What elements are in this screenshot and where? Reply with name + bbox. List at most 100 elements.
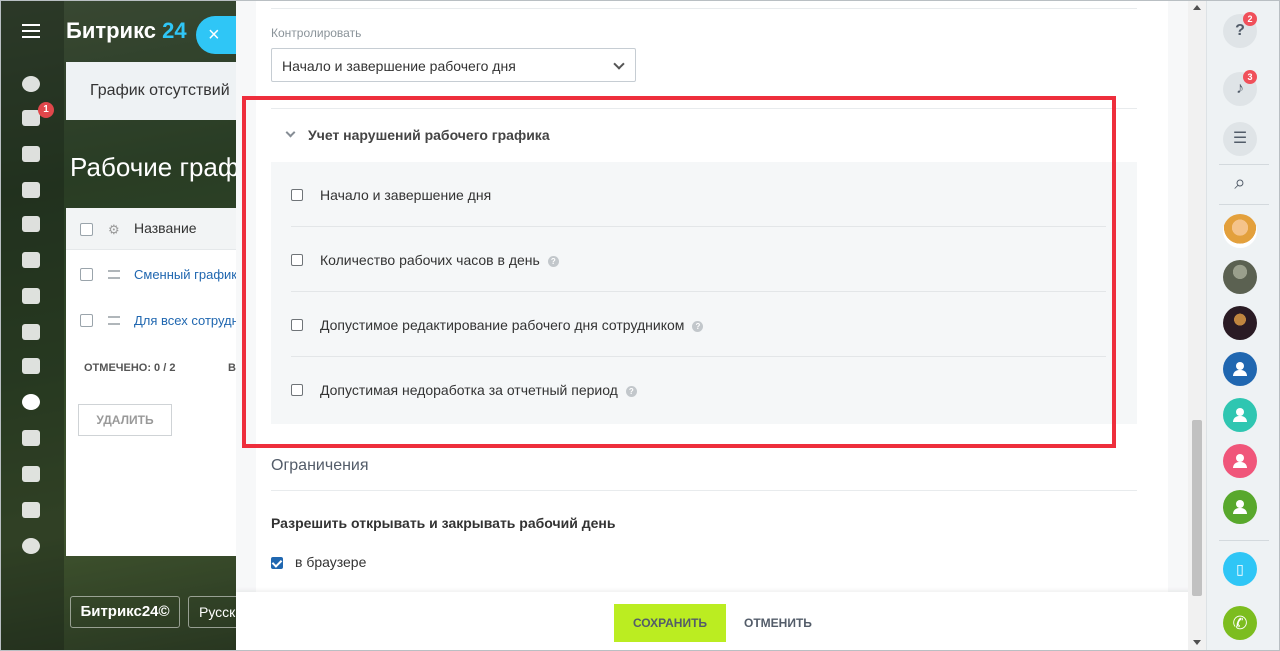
option-checkbox[interactable]: [291, 189, 303, 201]
grid-footer-extra: В: [228, 362, 236, 374]
option-text: Количество рабочих часов в день: [320, 252, 540, 268]
people-icon: [1232, 500, 1248, 514]
portal-logo: Битрикс 24: [66, 18, 187, 44]
call-button[interactable]: ✆: [1223, 606, 1257, 640]
divider: [1219, 204, 1269, 205]
drive-icon[interactable]: [22, 252, 40, 268]
control-select[interactable]: Начало и завершение рабочего дня: [271, 48, 636, 82]
allow-title: Разрешить открывать и закрывать рабочий …: [271, 515, 616, 531]
help-icon[interactable]: ?: [625, 385, 637, 397]
footer-logo[interactable]: Битрикс24©: [70, 596, 180, 628]
select-all-checkbox[interactable]: [80, 223, 93, 236]
absence-title[interactable]: График отсутствий: [90, 82, 230, 100]
nav-badge: 1: [38, 102, 54, 118]
option-checkbox[interactable]: [291, 384, 303, 396]
people-icon: [1232, 408, 1248, 422]
robot-icon[interactable]: [22, 358, 40, 374]
chat-icon[interactable]: [22, 182, 40, 198]
help-badge: 2: [1243, 12, 1257, 26]
scrollbar[interactable]: [1188, 0, 1206, 651]
group-chat-avatar[interactable]: [1223, 398, 1257, 432]
option-label[interactable]: Допустимое редактирование рабочего дня с…: [320, 317, 704, 333]
chat-icon: ☰: [1232, 130, 1248, 147]
gear-icon[interactable]: ⚙: [108, 222, 120, 238]
option-text: Допустимая недоработка за отчетный перио…: [320, 382, 618, 398]
tasks-icon[interactable]: [22, 110, 40, 126]
calendar-icon[interactable]: [22, 146, 40, 162]
avatar[interactable]: [1223, 260, 1257, 294]
option-checkbox[interactable]: [291, 319, 303, 331]
restrictions-title: Ограничения: [271, 457, 369, 474]
scroll-thumb[interactable]: [1192, 420, 1202, 596]
chevron-down-icon[interactable]: [285, 127, 296, 138]
schedule-grid: ⚙ Название Сменный график Для всех сотру…: [66, 208, 236, 556]
violations-section-title[interactable]: Учет нарушений рабочего графика: [308, 127, 550, 143]
option-checkbox[interactable]: [291, 254, 303, 266]
row-checkbox[interactable]: [80, 268, 93, 281]
browser-checkbox[interactable]: [271, 557, 283, 569]
option-label[interactable]: Допустимая недоработка за отчетный перио…: [320, 382, 637, 398]
option-text: Допустимое редактирование рабочего дня с…: [320, 317, 685, 333]
language-select[interactable]: Русск: [188, 596, 236, 628]
close-icon: ×: [208, 24, 220, 46]
people-icon: [1232, 454, 1248, 468]
option-text: Начало и завершение дня: [320, 187, 492, 203]
contacts-icon[interactable]: [22, 430, 40, 446]
option-label[interactable]: Начало и завершение дня: [320, 187, 491, 203]
chat-button[interactable]: ☰: [1223, 122, 1257, 156]
crm-icon[interactable]: [22, 502, 40, 518]
team-icon[interactable]: [22, 288, 40, 304]
row-checkbox[interactable]: [80, 314, 93, 327]
background-portal: 1 Битрикс 24 График отсутствий Рабочие г…: [0, 0, 236, 651]
delete-button[interactable]: УДАЛИТЬ: [78, 404, 172, 436]
feed-icon[interactable]: [22, 76, 40, 92]
divider: [1219, 540, 1269, 541]
browser-label[interactable]: в браузере: [295, 554, 366, 570]
option-row: Допустимое редактирование рабочего дня с…: [291, 292, 1106, 357]
row-link-all[interactable]: Для всех сотрудн: [134, 313, 236, 328]
column-name: Название: [134, 220, 197, 236]
clock-icon[interactable]: [22, 394, 40, 410]
option-label[interactable]: Количество рабочих часов в день?: [320, 252, 559, 268]
save-button[interactable]: СОХРАНИТЬ: [614, 604, 726, 642]
group-chat-avatar[interactable]: [1223, 352, 1257, 386]
window-icon[interactable]: [22, 324, 40, 340]
left-nav: 1: [0, 0, 64, 651]
chat-group-icon: [1232, 362, 1248, 376]
cancel-button[interactable]: ОТМЕНИТЬ: [744, 604, 812, 642]
phone-icon: ▯: [1236, 561, 1244, 577]
box-icon[interactable]: [22, 466, 40, 482]
mobile-app-button[interactable]: ▯: [1223, 552, 1257, 586]
option-row: Количество рабочих часов в день?: [291, 227, 1106, 292]
grid-header: ⚙ Название: [66, 208, 236, 250]
help-icon[interactable]: ?: [692, 320, 704, 332]
scroll-down-icon[interactable]: [1193, 640, 1201, 645]
help-icon[interactable]: ?: [547, 255, 559, 267]
avatar[interactable]: [1223, 214, 1257, 248]
avatar[interactable]: [1223, 306, 1257, 340]
divider: [1219, 164, 1269, 165]
menu-icon[interactable]: [22, 24, 40, 38]
row-link-shift[interactable]: Сменный график: [134, 267, 236, 282]
page-title: Рабочие граф: [70, 152, 236, 182]
violations-options: Начало и завершение дня Количество рабоч…: [271, 162, 1137, 424]
logo-num: 24: [162, 18, 187, 43]
selected-count: ОТМЕЧЕНО: 0 / 2: [84, 362, 176, 374]
group-chat-avatar[interactable]: [1223, 444, 1257, 478]
search-icon[interactable]: ⌕: [1223, 166, 1257, 200]
docs-icon[interactable]: [22, 216, 40, 232]
settings-slider: Контролировать Начало и завершение рабоч…: [236, 0, 1206, 651]
scroll-up-icon[interactable]: [1193, 5, 1201, 10]
option-row: Начало и завершение дня: [291, 162, 1106, 227]
notifications-badge: 3: [1243, 70, 1257, 84]
group-chat-avatar[interactable]: [1223, 490, 1257, 524]
drag-icon[interactable]: [108, 270, 120, 279]
absence-panel: График отсутствий: [66, 62, 236, 120]
logo-main: Битрикс: [66, 18, 157, 43]
handset-icon: ✆: [1232, 613, 1248, 633]
right-bar: ? 2 ♪ 3 ☰ ⌕ ▯ ✆: [1206, 0, 1280, 651]
drag-icon[interactable]: [108, 316, 120, 325]
control-label: Контролировать: [271, 26, 362, 40]
more-icon[interactable]: [22, 538, 40, 554]
control-select-value: Начало и завершение рабочего дня: [282, 58, 516, 74]
